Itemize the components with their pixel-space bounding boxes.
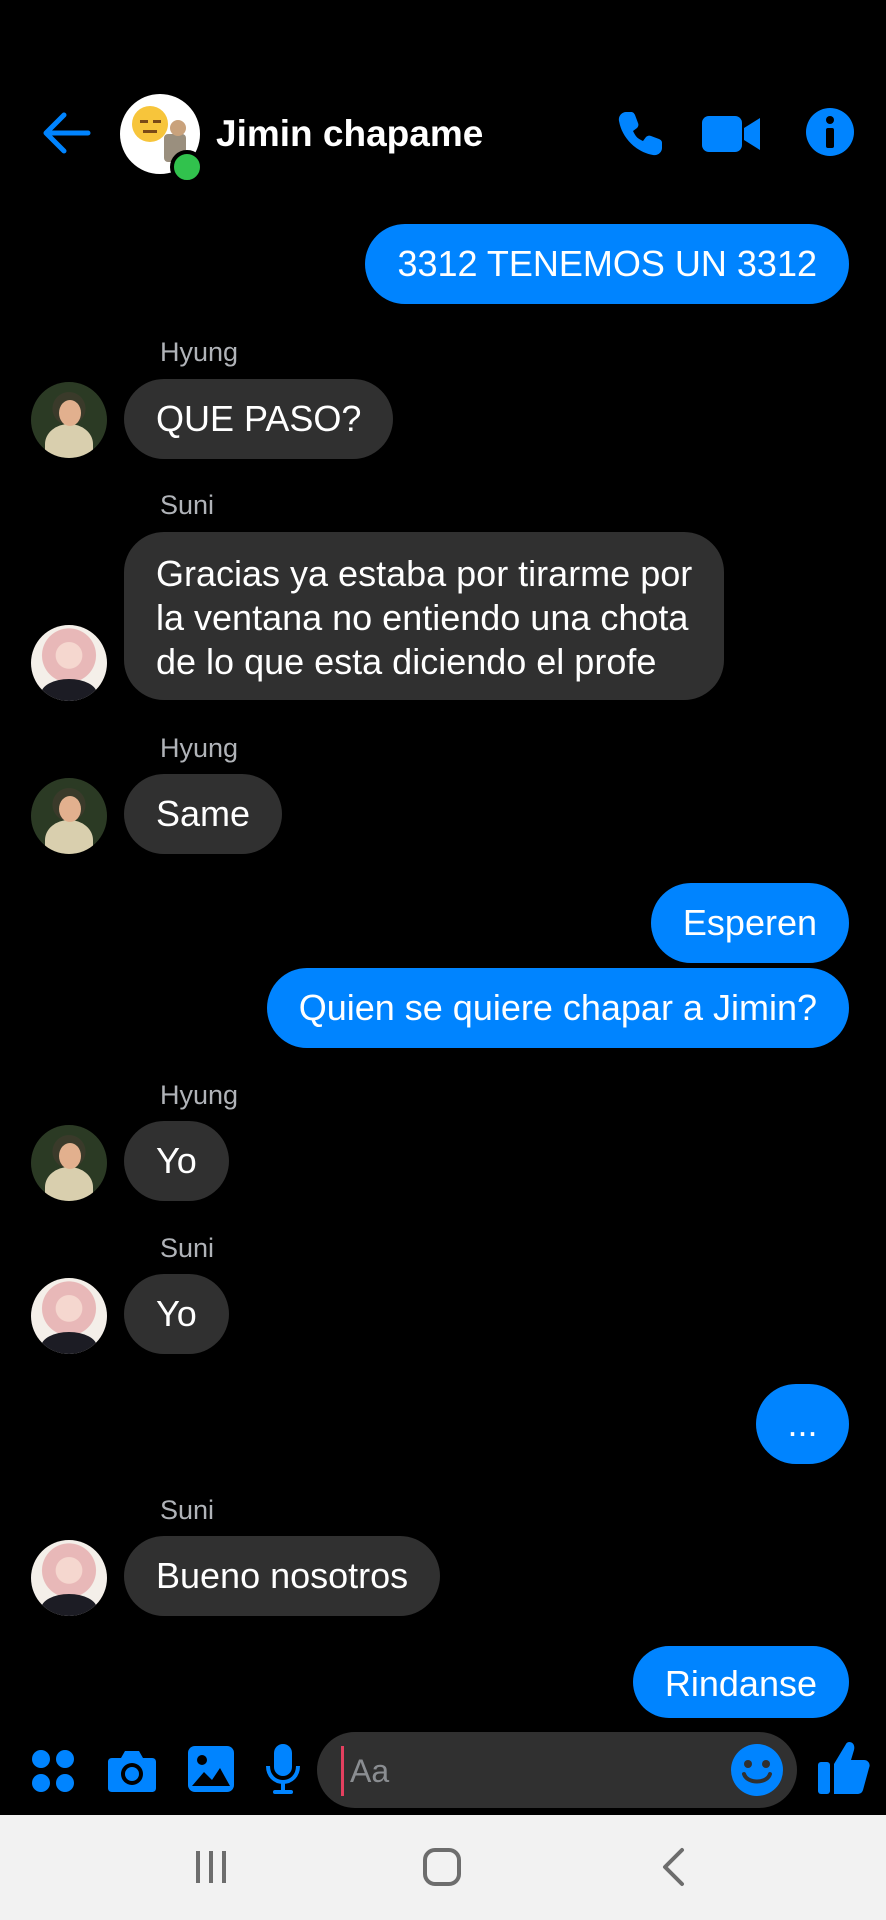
message-line: Gracias ya estaba por tirarme por	[156, 553, 693, 594]
conversation-title[interactable]: Jimin chapame	[216, 112, 483, 156]
message-line: la ventana no entiendo una chota	[156, 597, 689, 638]
info-icon[interactable]	[802, 104, 858, 160]
apps-icon[interactable]	[30, 1748, 76, 1794]
incoming-message[interactable]: Same	[124, 774, 283, 854]
outgoing-message[interactable]: Esperen	[650, 883, 849, 963]
message-text: QUE PASO?	[156, 398, 362, 439]
suni-avatar[interactable]	[31, 625, 107, 701]
sender-name: Hyung	[160, 337, 239, 367]
message-text: ...	[787, 1403, 818, 1444]
sender-name: Suni	[160, 1495, 215, 1525]
hyung-avatar[interactable]	[31, 382, 107, 458]
sender-name: Suni	[160, 490, 215, 520]
message-text: Same	[156, 793, 251, 834]
message-text: Yo	[156, 1293, 197, 1334]
suni-avatar[interactable]	[31, 1278, 107, 1354]
sender-name: Hyung	[160, 733, 239, 763]
incoming-message[interactable]: Yo	[124, 1121, 229, 1201]
incoming-message[interactable]: QUE PASO?	[124, 379, 394, 459]
suni-avatar[interactable]	[31, 1540, 107, 1616]
message-text: Quien se quiere chapar a Jimin?	[298, 987, 817, 1028]
hyung-avatar[interactable]	[31, 1125, 107, 1201]
phone-icon[interactable]	[612, 106, 668, 162]
sender-name: Hyung	[160, 1080, 239, 1110]
incoming-message[interactable]: Bueno nosotros	[124, 1536, 441, 1616]
incoming-message[interactable]: Gracias ya estaba por tirarme por la ven…	[124, 532, 725, 700]
camera-icon[interactable]	[106, 1746, 158, 1794]
outgoing-message[interactable]: 3312 TENEMOS UN 3312	[365, 224, 849, 304]
incoming-message[interactable]: Yo	[124, 1274, 229, 1354]
message-text: Bueno nosotros	[156, 1555, 409, 1596]
message-text: 3312 TENEMOS UN 3312	[397, 243, 817, 284]
video-camera-icon[interactable]	[700, 106, 762, 162]
system-nav-bar	[0, 1815, 886, 1920]
message-text: Yo	[156, 1140, 197, 1181]
message-text: Rindanse	[664, 1663, 817, 1704]
recent-apps-icon[interactable]	[194, 1849, 228, 1885]
home-icon[interactable]	[422, 1847, 462, 1887]
emoji-icon[interactable]	[729, 1742, 785, 1798]
online-status-dot	[170, 150, 204, 184]
message-input-box[interactable]	[317, 1732, 797, 1808]
message-input[interactable]	[341, 1746, 732, 1796]
hyung-avatar[interactable]	[31, 778, 107, 854]
thumbs-up-icon[interactable]	[816, 1738, 872, 1798]
message-text: Esperen	[682, 902, 817, 943]
microphone-icon[interactable]	[264, 1742, 302, 1796]
message-line: de lo que esta diciendo el profe	[156, 641, 657, 682]
outgoing-message[interactable]: Rindanse	[632, 1646, 849, 1718]
gallery-icon[interactable]	[186, 1744, 236, 1794]
sender-name: Suni	[160, 1233, 215, 1263]
conversation-header: Jimin chapame	[0, 0, 886, 210]
arrow-left-icon[interactable]	[40, 106, 94, 160]
outgoing-message[interactable]: Quien se quiere chapar a Jimin?	[266, 968, 849, 1048]
back-icon[interactable]	[660, 1847, 686, 1887]
outgoing-message[interactable]: ...	[756, 1384, 849, 1464]
